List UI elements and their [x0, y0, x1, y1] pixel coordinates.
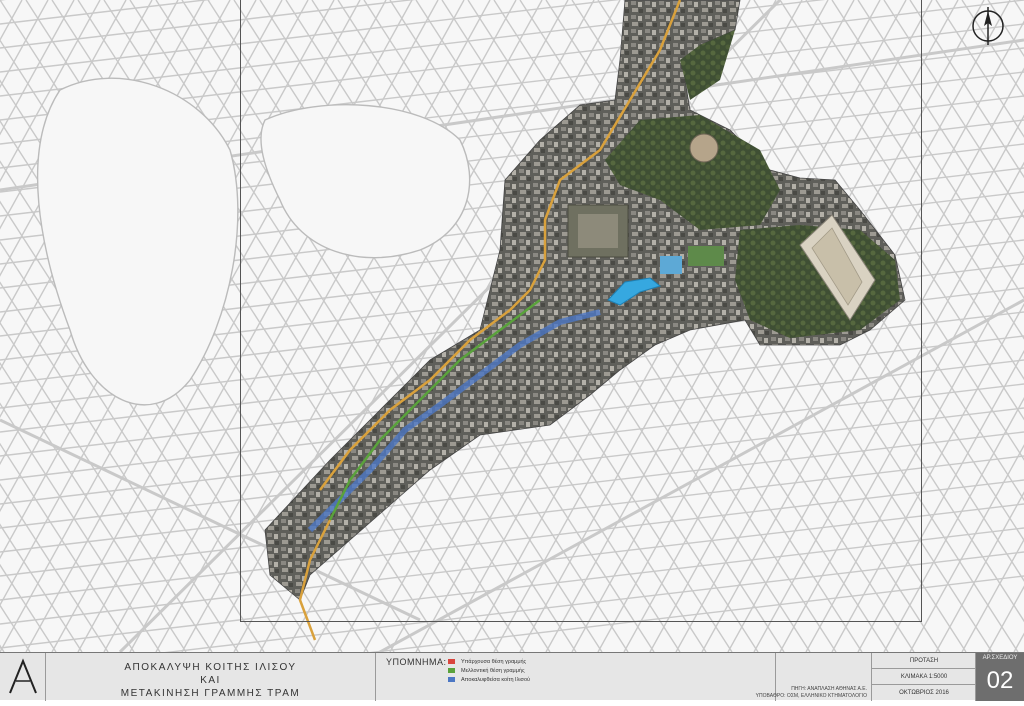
map-area[interactable]	[0, 0, 1024, 652]
logo-icon	[9, 658, 37, 694]
drawing-info: ΠΡΟΤΑΣΗ ΚΛΙΜΑΚΑ 1:5000 ΟΚΤΩΒΡΙΟΣ 2016	[872, 653, 976, 701]
logo	[0, 653, 46, 701]
map-frame	[240, 0, 922, 622]
date-label: ΟΚΤΩΒΡΙΟΣ 2016	[899, 690, 949, 696]
legend-swatch-blue	[448, 677, 455, 683]
sheet-number-label: ΑΡ.ΣΧΕΔΙΟΥ	[982, 655, 1018, 661]
sheet-number: 02	[986, 667, 1014, 694]
title-line-1: ΑΠΟΚΑΛΥΨΗ ΚΟΙΤΗΣ ΙΛΙΣΟΥ	[124, 662, 297, 673]
legend-item-river: Αποκαλυφθείσα κοίτη Ιλισού	[448, 676, 530, 684]
credit-source: ΠΗΓΗ: ΑΝΑΠΛΑΣΗ ΑΘΗΝΑΣ Α.Ε.	[791, 686, 867, 692]
title-line-3: ΜΕΤΑΚΙΝΗΣΗ ΓΡΑΜΜΗΣ ΤΡΑΜ	[120, 688, 301, 699]
legend-swatch-green	[448, 668, 455, 674]
legend: ΥΠΟΜΝΗΜΑ: Υπάρχουσα θέση γραμμής Μελλοντ…	[376, 653, 776, 701]
drawing-title: ΑΠΟΚΑΛΥΨΗ ΚΟΙΤΗΣ ΙΛΙΣΟΥ ΚΑΙ ΜΕΤΑΚΙΝΗΣΗ Γ…	[46, 653, 376, 701]
title-block: ΑΠΟΚΑΛΥΨΗ ΚΟΙΤΗΣ ΙΛΙΣΟΥ ΚΑΙ ΜΕΤΑΚΙΝΗΣΗ Γ…	[0, 652, 1024, 701]
north-arrow-icon	[972, 7, 1004, 45]
credit-basemap: ΥΠΟΒΑΘΡΟ: ΟΣΜ, ΕΛΛΗΝΙΚΟ ΚΤΗΜΑΤΟΛΟΓΙΟ	[755, 693, 867, 699]
status-label: ΠΡΟΤΑΣΗ	[872, 653, 976, 669]
legend-title: ΥΠΟΜΝΗΜΑ:	[386, 657, 447, 667]
scale-label: ΚΛΙΜΑΚΑ 1:5000	[872, 669, 976, 685]
legend-swatch-red	[448, 659, 455, 665]
sheet-number-box: ΑΡ.ΣΧΕΔΙΟΥ 02	[976, 653, 1024, 701]
credits: ΠΗΓΗ: ΑΝΑΠΛΑΣΗ ΑΘΗΝΑΣ Α.Ε. ΥΠΟΒΑΘΡΟ: ΟΣΜ…	[756, 653, 872, 701]
legend-item-future: Μελλοντική θέση γραμμής	[448, 667, 525, 675]
title-line-2: ΚΑΙ	[200, 675, 221, 686]
legend-item-existing: Υπάρχουσα θέση γραμμής	[448, 658, 526, 666]
